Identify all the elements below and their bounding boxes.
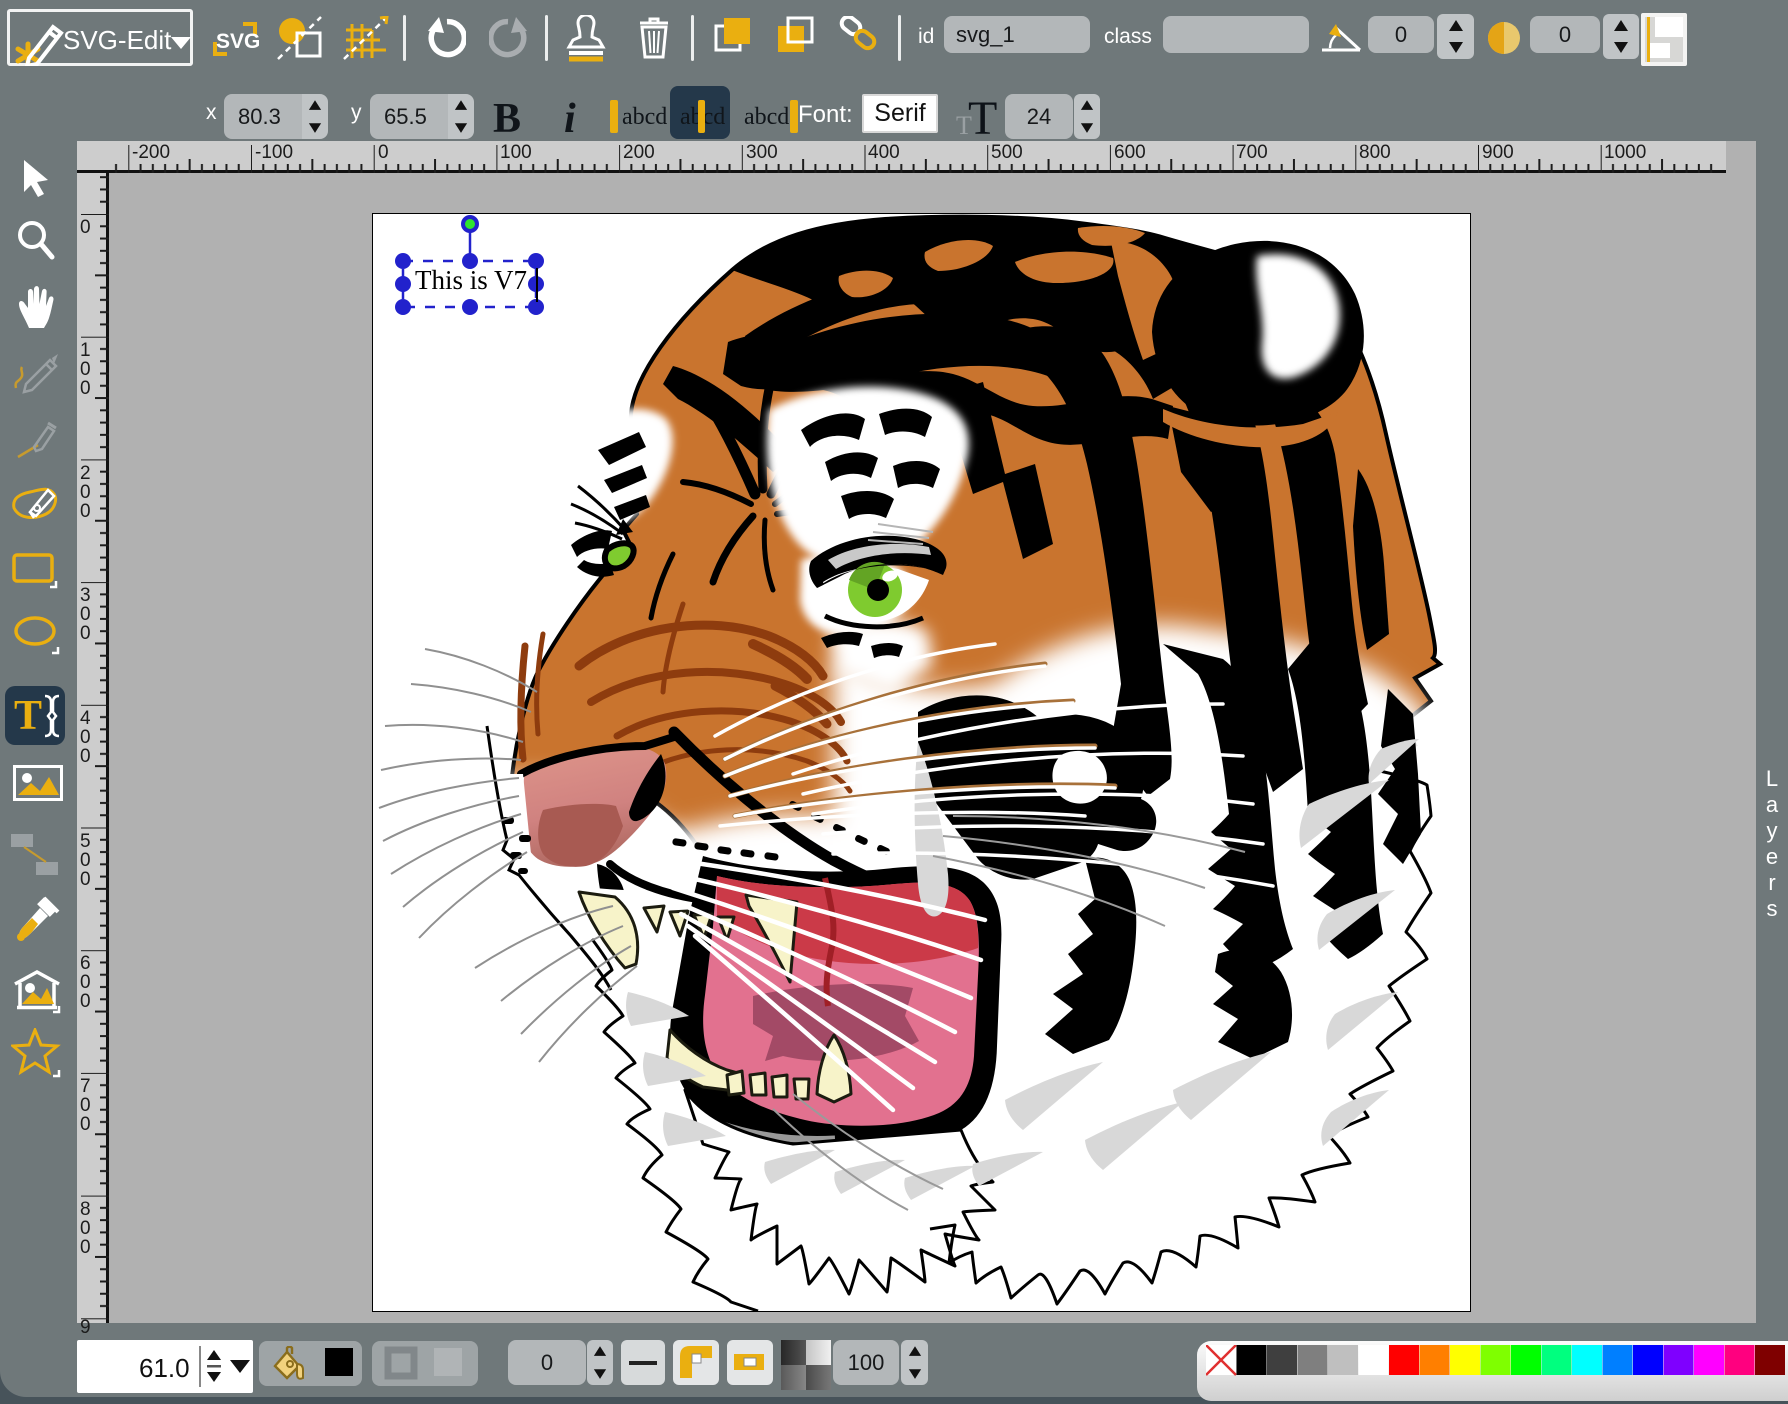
svg-text:SVG: SVG	[216, 30, 259, 53]
